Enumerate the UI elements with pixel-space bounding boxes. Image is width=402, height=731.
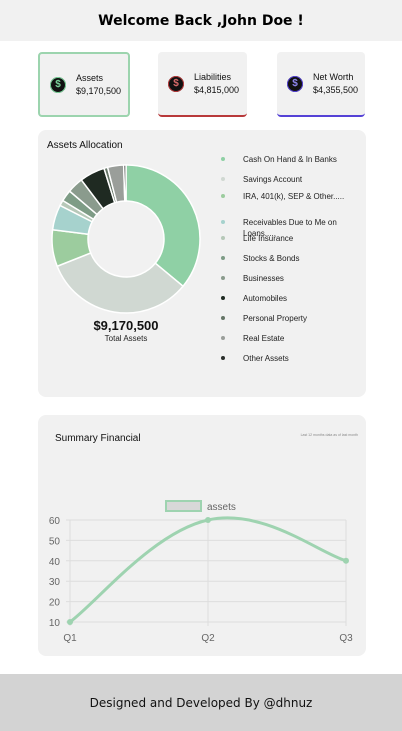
total-assets-value: $9,170,500 xyxy=(93,318,159,333)
data-point[interactable] xyxy=(205,517,211,523)
liabilities-value: $4,815,000 xyxy=(194,85,240,95)
dollar-icon: $ xyxy=(50,76,66,93)
legend-swatch xyxy=(221,194,225,198)
data-point[interactable] xyxy=(67,619,73,625)
net-worth-card[interactable]: $ Net Worth $4,355,500 xyxy=(277,52,365,117)
legend-item[interactable]: Real Estate xyxy=(221,333,361,353)
x-tick-label: Q1 xyxy=(63,633,77,644)
liabilities-label: Liabilities xyxy=(194,72,232,82)
net-worth-label: Net Worth xyxy=(313,72,354,82)
donut-slice[interactable] xyxy=(125,164,201,288)
legend-item[interactable]: Automobiles xyxy=(221,293,361,313)
allocation-legend: Cash On Hand & In Banks Savings Account IR… xyxy=(221,154,361,373)
footer-credit: Designed and Developed By @dhnuz xyxy=(89,695,313,710)
legend-item[interactable]: Stocks & Bonds xyxy=(221,253,361,273)
legend-label: Real Estate xyxy=(243,334,285,343)
legend-swatch xyxy=(221,296,225,300)
summary-line-chart[interactable]: assets 10 20 30 40 50 60 Q1 Q2 Q3 xyxy=(38,415,366,656)
assets-value: $9,170,500 xyxy=(76,86,122,96)
legend-item[interactable]: Cash On Hand & In Banks xyxy=(221,154,361,174)
page-title: Welcome Back ,John Doe ! xyxy=(98,12,304,29)
legend-swatch xyxy=(221,316,225,320)
data-point[interactable] xyxy=(343,557,349,564)
y-tick-label: 50 xyxy=(49,536,61,547)
legend-item[interactable]: Businesses xyxy=(221,273,361,293)
dollar-icon: $ xyxy=(287,75,303,92)
legend-swatch xyxy=(221,236,225,240)
legend-swatch xyxy=(221,220,225,224)
legend-swatch xyxy=(221,336,225,340)
legend-label: Other Assets xyxy=(243,354,289,363)
y-tick-label: 30 xyxy=(49,577,61,588)
summary-financial-panel: Summary Financial Last 12 months data as… xyxy=(38,415,366,656)
legend-swatch xyxy=(221,177,225,181)
line-legend-label: assets xyxy=(207,502,236,513)
legend-label: Savings Account xyxy=(243,175,303,184)
legend-label: Cash On Hand & In Banks xyxy=(243,155,337,164)
dollar-icon: $ xyxy=(168,75,184,92)
legend-label: Life Insurance xyxy=(243,234,294,243)
legend-item[interactable]: IRA, 401(k), SEP & Other..... xyxy=(221,191,361,217)
legend-swatch xyxy=(221,256,225,260)
net-worth-value: $4,355,500 xyxy=(313,85,359,95)
legend-item[interactable]: Other Assets xyxy=(221,353,361,373)
y-tick-label: 40 xyxy=(49,557,61,568)
legend-label: Personal Property xyxy=(243,314,308,323)
legend-label: Automobiles xyxy=(243,294,288,303)
total-assets-label: Total Assets xyxy=(104,334,148,343)
legend-item[interactable]: Personal Property xyxy=(221,313,361,333)
y-tick-label: 20 xyxy=(49,598,61,609)
assets-label: Assets xyxy=(76,73,104,83)
y-tick-label: 10 xyxy=(49,618,61,629)
x-tick-label: Q2 xyxy=(201,633,215,644)
header: Welcome Back ,John Doe ! xyxy=(0,0,402,41)
legend-label: Stocks & Bonds xyxy=(243,254,300,263)
legend-item[interactable]: Savings Account xyxy=(221,174,361,191)
donut-slice[interactable] xyxy=(122,164,127,202)
legend-label: Businesses xyxy=(243,274,284,283)
y-tick-label: 60 xyxy=(49,516,61,527)
x-tick-label: Q3 xyxy=(339,633,353,644)
assets-allocation-panel: Assets Allocation $9,170,500 Total Asset… xyxy=(38,130,366,397)
legend-swatch xyxy=(221,276,225,280)
footer: Designed and Developed By @dhnuz xyxy=(0,674,402,731)
legend-swatch xyxy=(221,157,225,161)
legend-label: IRA, 401(k), SEP & Other..... xyxy=(243,192,345,201)
assets-card[interactable]: $ Assets $9,170,500 xyxy=(38,52,130,117)
legend-swatch xyxy=(221,356,225,360)
line-legend-swatch xyxy=(165,500,202,512)
allocation-donut-chart[interactable] xyxy=(50,163,202,315)
legend-item[interactable]: Receivables Due to Me on Loans..... xyxy=(221,217,361,238)
allocation-title: Assets Allocation xyxy=(47,140,123,151)
liabilities-card[interactable]: $ Liabilities $4,815,000 xyxy=(158,52,247,117)
